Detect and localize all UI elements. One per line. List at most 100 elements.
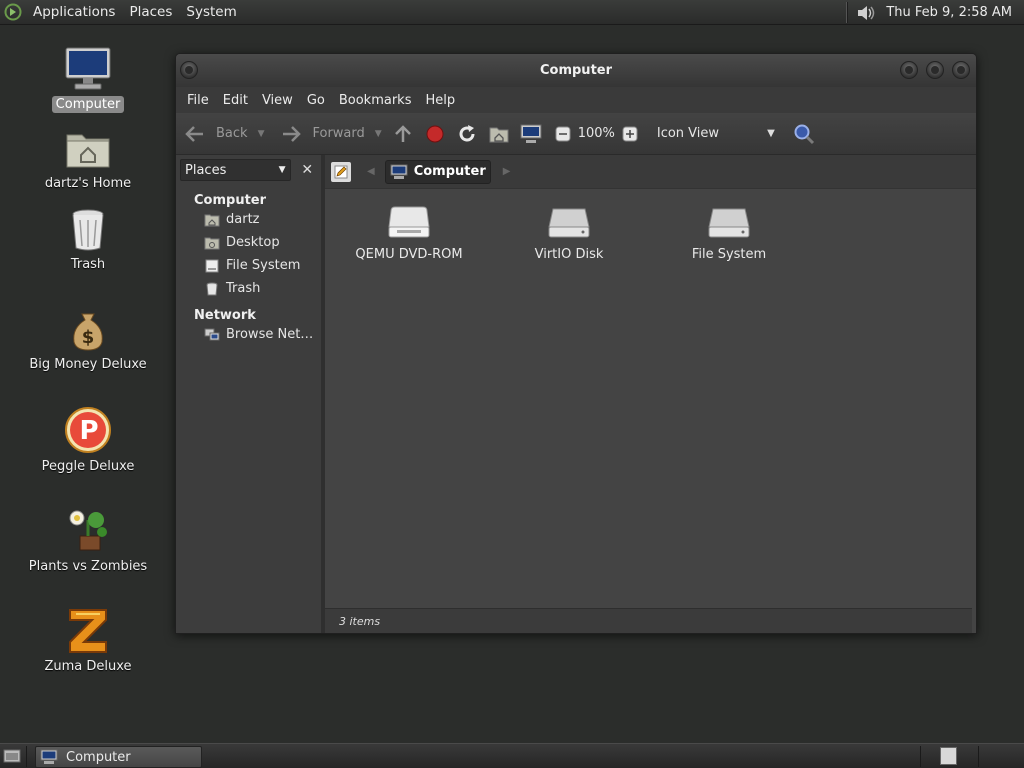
content-area: Places ▼ ✕ Computer dartz Desktop File S… [176, 155, 976, 633]
menu-help[interactable]: Help [418, 93, 462, 108]
home-folder-icon [488, 123, 510, 145]
sidebar-group-computer: Computer [194, 193, 267, 208]
sidebar-item-label: Desktop [226, 235, 280, 250]
back-button[interactable]: Back ▼ [184, 119, 264, 149]
zoom-level: 100% [577, 126, 615, 141]
file-item-label: File System [691, 247, 767, 262]
path-crumb-computer[interactable]: Computer [384, 159, 491, 184]
window-menu-button[interactable] [180, 61, 198, 79]
toolbar: Back ▼ Forward ▼ 100% Icon View ▼ [176, 113, 976, 155]
minimize-button[interactable] [900, 61, 918, 79]
sidebar-item-desktop[interactable]: Desktop [176, 231, 321, 254]
network-icon [204, 328, 220, 342]
file-item-virtio[interactable]: VirtIO Disk [499, 205, 639, 262]
zoom-in-icon[interactable] [619, 123, 641, 145]
desktop-icon-label: Zuma Deluxe [44, 659, 132, 674]
path-scroll-left-icon[interactable]: ◀ [367, 166, 375, 177]
title-bar[interactable]: Computer [176, 54, 976, 87]
desktop-icon-label: Peggle Deluxe [41, 459, 135, 474]
stop-button[interactable] [424, 119, 446, 149]
back-label: Back [216, 126, 248, 141]
path-scroll-right-icon[interactable]: ▶ [503, 166, 511, 177]
status-text: 3 items [339, 615, 381, 628]
desktop-icon-label: dartz's Home [44, 176, 132, 191]
menu-file[interactable]: File [180, 93, 216, 108]
search-button[interactable] [793, 119, 815, 149]
workspace-switcher[interactable] [940, 747, 957, 765]
hard-disk-icon [708, 208, 750, 238]
menu-edit[interactable]: Edit [216, 93, 255, 108]
forward-dropdown-icon[interactable]: ▼ [375, 129, 382, 139]
view-mode-select[interactable]: Icon View ▼ [657, 126, 775, 141]
close-button[interactable] [952, 61, 970, 79]
stop-icon [424, 123, 446, 145]
file-item-filesystem[interactable]: File System [659, 205, 799, 262]
chevron-down-icon: ▼ [278, 165, 286, 175]
zuma-icon [69, 609, 107, 653]
sidebar-selector-label: Places [185, 162, 227, 178]
desktop-icon-label: Trash [70, 257, 106, 272]
window-title: Computer [539, 63, 613, 78]
menu-bar: File Edit View Go Bookmarks Help [176, 87, 976, 113]
desktop-icon-zuma[interactable]: Zuma Deluxe [13, 606, 163, 675]
menu-go[interactable]: Go [300, 93, 332, 108]
clock[interactable]: Thu Feb 9, 2:58 AM [878, 5, 1024, 20]
computer-icon [520, 123, 542, 145]
menu-view[interactable]: View [255, 93, 300, 108]
show-desktop-icon[interactable] [2, 747, 22, 765]
menu-logo-icon[interactable] [0, 0, 26, 25]
desktop-icon-big-money[interactable]: $ Big Money Deluxe [13, 308, 163, 373]
forward-button[interactable]: Forward ▼ [280, 119, 382, 149]
applications-menu[interactable]: Applications [26, 0, 122, 25]
edit-location-button[interactable] [331, 161, 351, 182]
maximize-button[interactable] [926, 61, 944, 79]
top-panel: Applications Places System Thu Feb 9, 2:… [0, 0, 1024, 25]
desktop-icon-home[interactable]: dartz's Home [13, 127, 163, 192]
bottom-panel: Computer [0, 743, 1024, 768]
desktop-icon-trash[interactable]: Trash [13, 208, 163, 273]
back-dropdown-icon[interactable]: ▼ [258, 129, 265, 139]
computer-icon [65, 47, 111, 90]
sidebar-item-dartz[interactable]: dartz [176, 208, 321, 231]
sidebar-item-label: Trash [226, 281, 261, 296]
menu-bookmarks[interactable]: Bookmarks [332, 93, 419, 108]
desktop-icon-peggle[interactable]: P Peggle Deluxe [13, 406, 163, 475]
sidebar-selector[interactable]: Places ▼ [180, 159, 292, 181]
sidebar-item-trash[interactable]: Trash [176, 277, 321, 300]
sidebar-item-label: Browse Net… [226, 327, 314, 342]
places-menu[interactable]: Places [122, 0, 179, 25]
volume-icon[interactable] [854, 1, 878, 25]
home-icon [204, 213, 220, 227]
taskbar-button-computer[interactable]: Computer [35, 746, 202, 768]
computer-button[interactable] [520, 119, 542, 149]
up-button[interactable] [392, 119, 414, 149]
sidebar-item-label: File System [226, 258, 301, 273]
money-bag-icon: $ [73, 313, 103, 351]
sidebar-header: Places ▼ ✕ [176, 155, 321, 185]
hard-disk-icon [548, 208, 590, 238]
desktop-icon-label: Computer [51, 96, 125, 113]
sidebar-item-filesystem[interactable]: File System [176, 254, 321, 277]
system-menu[interactable]: System [179, 0, 243, 25]
trash-icon [204, 282, 220, 296]
search-icon [793, 123, 815, 145]
forward-arrow-icon [280, 123, 302, 145]
desktop-icon-pvz[interactable]: Plants vs Zombies [13, 506, 163, 575]
desktop-icon-computer[interactable]: Computer [13, 46, 163, 113]
pencil-icon [334, 165, 348, 178]
desktop-icon-label: Plants vs Zombies [28, 559, 148, 574]
svg-text:P: P [79, 416, 98, 446]
status-bar: 3 items [325, 608, 972, 633]
file-item-dvd[interactable]: QEMU DVD-ROM [339, 205, 479, 262]
filesystem-icon [204, 259, 220, 273]
zoom-out-icon[interactable] [552, 123, 574, 145]
desktop-icon [204, 236, 220, 250]
sidebar-item-browse-network[interactable]: Browse Net… [176, 323, 321, 346]
plants-vs-zombies-icon [69, 510, 107, 551]
sidebar-item-label: dartz [226, 212, 260, 227]
reload-button[interactable] [456, 119, 478, 149]
home-button[interactable] [488, 119, 510, 149]
up-arrow-icon [392, 123, 414, 145]
close-icon[interactable]: ✕ [297, 160, 317, 180]
peggle-icon: P [65, 407, 111, 453]
